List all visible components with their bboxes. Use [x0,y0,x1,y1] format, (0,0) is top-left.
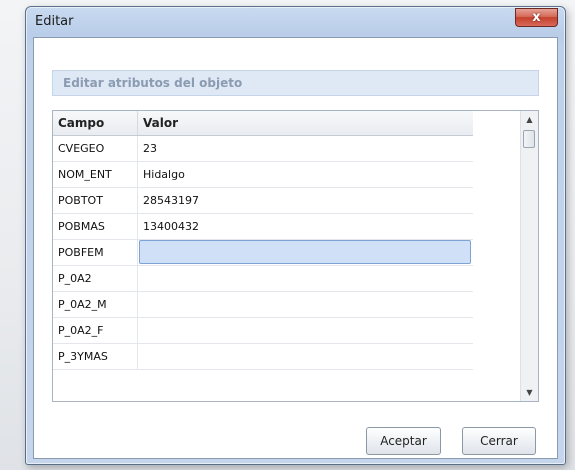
scroll-thumb[interactable] [523,130,535,148]
column-header-valor[interactable]: Valor [138,111,473,135]
table-row[interactable]: P_0A2 [53,266,473,292]
window-title: Editar [35,14,74,29]
group-header: Editar atributos del objeto [52,70,539,96]
field-value-cell[interactable] [138,292,473,317]
field-value-editor[interactable] [139,240,471,264]
field-name-cell: P_0A2_M [53,292,138,317]
table-row[interactable]: NOM_ENT Hidalgo [53,162,473,188]
table-row-selected[interactable]: POBFEM [53,240,473,266]
close-window-button[interactable]: x [515,8,558,27]
field-value-cell[interactable]: 13400432 [138,214,473,239]
edit-dialog: Editar x Editar atributos del objeto Cam… [25,6,566,465]
field-name-cell: POBMAS [53,214,138,239]
attribute-grid: Campo Valor CVEGEO 23 NOM_ENT Hidalgo PO… [52,110,539,402]
field-name-cell: CVEGEO [53,136,138,161]
grid-rows: CVEGEO 23 NOM_ENT Hidalgo POBTOT 2854319… [53,136,473,370]
title-bar[interactable]: Editar x [26,7,565,37]
field-name-cell: POBTOT [53,188,138,213]
table-row[interactable]: POBMAS 13400432 [53,214,473,240]
dialog-client-area: Editar atributos del objeto Campo Valor … [33,37,558,459]
accept-button[interactable]: Aceptar [366,427,441,455]
field-name-cell: P_3YMAS [53,344,138,369]
grid-header: Campo Valor [53,111,473,136]
field-value-cell[interactable] [138,344,473,369]
field-value-cell[interactable]: 28543197 [138,188,473,213]
vertical-scrollbar[interactable]: ▲ ▼ [520,111,538,401]
field-value-cell[interactable]: 23 [138,136,473,161]
field-name-cell: POBFEM [53,240,138,265]
table-row[interactable]: P_0A2_M [53,292,473,318]
scroll-up-arrow-icon[interactable]: ▲ [521,111,538,128]
table-row[interactable]: P_0A2_F [53,318,473,344]
field-value-cell[interactable] [138,266,473,291]
table-row[interactable]: CVEGEO 23 [53,136,473,162]
field-value-cell[interactable] [138,318,473,343]
field-name-cell: P_0A2_F [53,318,138,343]
field-value-cell[interactable]: Hidalgo [138,162,473,187]
close-button[interactable]: Cerrar [462,427,536,455]
close-icon: x [532,10,541,25]
scroll-down-arrow-icon[interactable]: ▼ [521,384,538,401]
group-header-title: Editar atributos del objeto [63,76,243,90]
table-row[interactable]: POBTOT 28543197 [53,188,473,214]
table-row[interactable]: P_3YMAS [53,344,473,370]
field-name-cell: P_0A2 [53,266,138,291]
column-header-campo[interactable]: Campo [53,111,138,135]
field-name-cell: NOM_ENT [53,162,138,187]
